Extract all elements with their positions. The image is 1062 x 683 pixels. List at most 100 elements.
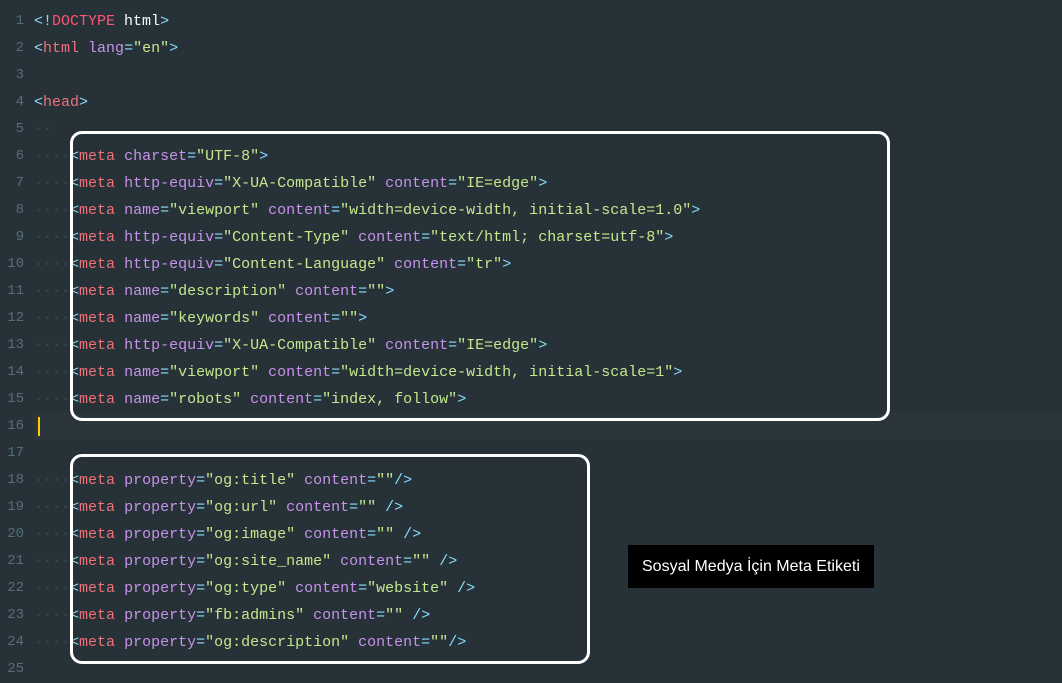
code-token: content <box>295 580 358 597</box>
code-token: content <box>394 256 457 273</box>
code-token: content <box>268 202 331 219</box>
code-token: "robots" <box>169 391 241 408</box>
code-line[interactable]: ····<meta http-equiv="X-UA-Compatible" c… <box>34 170 1062 197</box>
code-line[interactable]: ····<meta property="og:image" content=""… <box>34 521 1062 548</box>
code-token: > <box>673 364 682 381</box>
line-number: 12 <box>0 305 24 332</box>
code-token <box>115 472 124 489</box>
code-line[interactable]: <html lang="en"> <box>34 35 1062 62</box>
code-token: "Content-Language" <box>223 256 385 273</box>
code-line[interactable]: ·· <box>34 116 1062 143</box>
code-token: > <box>691 202 700 219</box>
code-token: ···· <box>34 634 70 651</box>
code-token: < <box>70 310 79 327</box>
line-number: 23 <box>0 602 24 629</box>
code-token: ···· <box>34 472 70 489</box>
code-token: "" <box>367 283 385 300</box>
line-number: 8 <box>0 197 24 224</box>
code-token <box>115 526 124 543</box>
code-token: property <box>124 634 196 651</box>
code-line[interactable]: ····<meta property="og:title" content=""… <box>34 467 1062 494</box>
code-line[interactable]: ····<meta property="fb:admins" content="… <box>34 602 1062 629</box>
code-token: = <box>313 391 322 408</box>
code-token: "" <box>430 634 448 651</box>
code-editor[interactable]: 1234567891011121314151617181920212223242… <box>0 0 1062 679</box>
code-token: "" <box>340 310 358 327</box>
code-token: meta <box>79 202 115 219</box>
code-token: meta <box>79 337 115 354</box>
code-token <box>349 634 358 651</box>
code-token: ···· <box>34 175 70 192</box>
code-token: "X-UA-Compatible" <box>223 337 376 354</box>
code-token: = <box>187 148 196 165</box>
code-token: "Content-Type" <box>223 229 349 246</box>
code-token: meta <box>79 553 115 570</box>
code-line[interactable]: ····<meta http-equiv="X-UA-Compatible" c… <box>34 332 1062 359</box>
line-number: 18 <box>0 467 24 494</box>
code-area[interactable]: <!DOCTYPE html><html lang="en"><head>···… <box>34 0 1062 679</box>
code-token: ···· <box>34 580 70 597</box>
code-token: < <box>70 148 79 165</box>
line-number: 9 <box>0 224 24 251</box>
code-token: "viewport" <box>169 202 259 219</box>
code-token <box>277 499 286 516</box>
code-token: meta <box>79 607 115 624</box>
code-token: meta <box>79 391 115 408</box>
code-token: name <box>124 364 160 381</box>
code-token: = <box>403 553 412 570</box>
code-token: = <box>160 391 169 408</box>
text-cursor <box>38 417 40 436</box>
code-token: = <box>196 607 205 624</box>
code-token: "tr" <box>466 256 502 273</box>
code-token <box>259 310 268 327</box>
line-number: 19 <box>0 494 24 521</box>
code-line[interactable]: ····<meta property="og:type" content="we… <box>34 575 1062 602</box>
code-token <box>331 553 340 570</box>
code-line[interactable]: ····<meta name="viewport" content="width… <box>34 359 1062 386</box>
code-token: = <box>367 472 376 489</box>
line-number: 17 <box>0 440 24 467</box>
line-number: 14 <box>0 359 24 386</box>
code-token: = <box>196 553 205 570</box>
code-line[interactable] <box>34 62 1062 89</box>
code-token: = <box>331 310 340 327</box>
code-line[interactable]: ····<meta property="og:url" content="" /… <box>34 494 1062 521</box>
code-token: head <box>43 94 79 111</box>
line-number: 4 <box>0 89 24 116</box>
code-line[interactable]: ····<meta charset="UTF-8"> <box>34 143 1062 170</box>
code-token: < <box>70 391 79 408</box>
code-line[interactable]: <head> <box>34 89 1062 116</box>
code-token <box>115 391 124 408</box>
code-token: content <box>250 391 313 408</box>
code-token: meta <box>79 256 115 273</box>
code-token: html <box>115 13 160 30</box>
code-token: ···· <box>34 283 70 300</box>
code-token: property <box>124 580 196 597</box>
code-token: < <box>70 607 79 624</box>
line-number: 15 <box>0 386 24 413</box>
code-token: "en" <box>133 40 169 57</box>
code-line[interactable] <box>34 413 1062 440</box>
code-line[interactable]: ····<meta name="viewport" content="width… <box>34 197 1062 224</box>
code-line[interactable]: ····<meta property="og:description" cont… <box>34 629 1062 656</box>
code-line[interactable] <box>34 440 1062 467</box>
code-token: "" <box>412 553 430 570</box>
code-line[interactable]: ····<meta http-equiv="Content-Type" cont… <box>34 224 1062 251</box>
code-token: content <box>295 283 358 300</box>
code-token <box>376 337 385 354</box>
code-line[interactable]: ····<meta http-equiv="Content-Language" … <box>34 251 1062 278</box>
code-token <box>304 607 313 624</box>
code-line[interactable]: ····<meta name="keywords" content=""> <box>34 305 1062 332</box>
code-token: ! <box>43 13 52 30</box>
code-token <box>115 148 124 165</box>
code-token <box>295 472 304 489</box>
code-token: < <box>70 175 79 192</box>
code-line[interactable]: <!DOCTYPE html> <box>34 8 1062 35</box>
code-token: "og:image" <box>205 526 295 543</box>
code-token: < <box>70 283 79 300</box>
code-token: content <box>358 229 421 246</box>
code-line[interactable]: ····<meta name="robots" content="index, … <box>34 386 1062 413</box>
code-token: content <box>358 634 421 651</box>
code-line[interactable]: ····<meta name="description" content=""> <box>34 278 1062 305</box>
code-line[interactable]: ····<meta property="og:site_name" conten… <box>34 548 1062 575</box>
